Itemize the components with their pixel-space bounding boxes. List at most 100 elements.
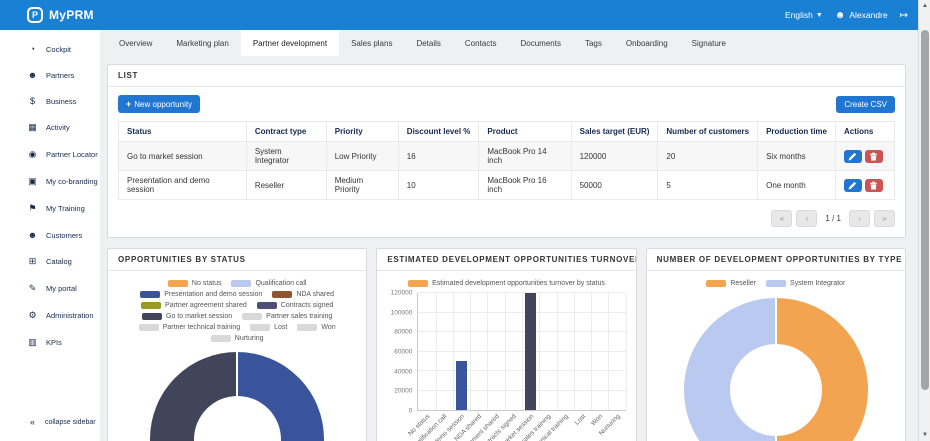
double-chevron-left-icon: « [27,417,38,427]
sidebar: ◔Cockpit☻Partners$Business▦Activity◉Part… [0,30,100,441]
tab-partner-development[interactable]: Partner development [241,30,339,56]
column-header-priority: Priority [326,122,398,142]
sidebar-item-catalog[interactable]: ⊞Catalog [0,248,100,275]
chart2-bar-chart: 020000400006000080000100000120000 No sta… [377,291,635,441]
user-name: Alexandre [849,10,887,20]
sidebar-item-administration[interactable]: ⚙Administration [0,302,100,329]
column-header-number-of-customers: Number of customers [658,122,758,142]
language-label: English [785,10,813,20]
tab-documents[interactable]: Documents [508,30,572,56]
legend-swatch [408,280,428,287]
legend-label: Won [321,324,335,331]
scrollbar-down-arrow-icon[interactable]: ▼ [919,429,930,441]
gridline [436,293,437,410]
sidebar-item-kpis[interactable]: ▥KPIs [0,329,100,356]
gridline [591,293,592,410]
legend-swatch [140,291,160,298]
language-selector[interactable]: English ▼ [785,10,823,20]
chart2-x-axis-labels: No statusQualification callPresentation … [417,411,625,441]
legend-label: Partner agreement shared [165,302,247,309]
create-csv-button[interactable]: Create CSV [836,96,895,113]
legend-swatch [297,324,317,331]
legend-label: System Integrator [790,280,845,287]
sidebar-item-activity[interactable]: ▦Activity [0,114,100,141]
tab-details[interactable]: Details [404,30,452,56]
tab-marketing-plan[interactable]: Marketing plan [164,30,240,56]
tab-overview[interactable]: Overview [107,30,164,56]
x-axis-tick-label: Lost [574,413,588,427]
table-row: Go to market sessionSystem IntegratorLow… [119,142,895,171]
sidebar-item-cockpit[interactable]: ◔Cockpit [0,36,100,62]
bar-presentation-and-demo-session [456,361,467,410]
user-menu[interactable]: ☻ Alexandre [835,10,888,21]
sidebar-item-label: Administration [46,311,94,320]
map-marker-icon: ◉ [27,149,38,160]
legend-label: Partner technical training [163,324,240,331]
edit-button[interactable] [844,179,862,192]
pagination-last-button[interactable]: » [874,210,895,227]
chart1-legend: No statusQualification callPresentation … [108,271,366,346]
column-header-actions: Actions [835,122,894,142]
pagination-next-button[interactable]: › [849,210,870,227]
sidebar-item-label: Partners [46,71,74,80]
delete-button[interactable] [865,150,883,163]
tab-signature[interactable]: Signature [680,30,738,56]
logout-icon[interactable]: ↦ [900,10,908,21]
actions-cell [835,171,894,200]
legend-swatch [706,280,726,287]
edit-button[interactable] [844,150,862,163]
tab-sales-plans[interactable]: Sales plans [339,30,404,56]
sidebar-item-business[interactable]: $Business [0,88,100,114]
legend-item: System Integrator [766,280,845,287]
tab-contacts[interactable]: Contacts [453,30,509,56]
legend-swatch [168,280,188,287]
brand-logo[interactable]: P MyPRM [27,7,94,23]
sidebar-item-partners[interactable]: ☻Partners [0,62,100,88]
edit-square-icon: ✎ [27,283,38,294]
legend-swatch [766,280,786,287]
y-axis-tick-label: 80000 [394,329,412,336]
sidebar-item-customers[interactable]: ☻Customers [0,222,100,248]
tabbar: OverviewMarketing planPartner developmen… [100,30,918,56]
brand-name: MyPRM [49,8,94,22]
legend-swatch [139,324,159,331]
chart3-legend: Reseller System Integrator [647,271,905,291]
scrollbar-thumb[interactable] [921,30,929,390]
scrollbar-up-arrow-icon[interactable]: ▲ [919,0,930,12]
pagination-prev-button[interactable]: ‹ [796,210,817,227]
sidebar-item-partner-locator[interactable]: ◉Partner Locator [0,141,100,168]
collapse-sidebar-button[interactable]: « collapse sidebar [0,407,100,441]
y-axis-tick-label: 100000 [391,309,413,316]
table-cell: Medium Priority [326,171,398,200]
legend-label: Presentation and demo session [164,291,262,298]
gauge-icon: ◔ [27,44,38,54]
gridline [574,293,575,410]
page-scrollbar[interactable]: ▲ ▼ [918,0,930,441]
chart-card-opportunities-by-contract: NUMBER OF DEVELOPMENT OPPORTUNITIES BY T… [646,248,906,441]
x-axis-tick-label: Won [590,413,604,427]
tab-onboarding[interactable]: Onboarding [614,30,680,56]
legend-label: Reseller [730,280,756,287]
sidebar-nav: ◔Cockpit☻Partners$Business▦Activity◉Part… [0,36,100,356]
pagination-first-button[interactable]: « [771,210,792,227]
sidebar-item-label: KPIs [46,338,62,347]
table-body: Go to market sessionSystem IntegratorLow… [119,142,895,200]
list-card: LIST + New opportunity Create CSV [107,64,906,238]
sidebar-item-my-portal[interactable]: ✎My portal [0,275,100,302]
delete-button[interactable] [865,179,883,192]
user-avatar-icon: ☻ [835,10,846,21]
pagination: « ‹ 1 / 1 › » [118,210,895,227]
chart2-plot-area [417,293,625,411]
brand-p-icon: P [27,7,43,23]
sidebar-item-my-co-branding[interactable]: ▣My co-branding [0,168,100,195]
tab-tags[interactable]: Tags [573,30,614,56]
y-axis-tick-label: 20000 [394,388,412,395]
table-cell: 16 [398,142,479,171]
actions-cell [835,142,894,171]
column-header-production-time: Production time [758,122,836,142]
sidebar-item-my-training[interactable]: ⚑My Training [0,195,100,222]
legend-item: Qualification call [231,280,306,287]
chart-card-turnover-by-status: ESTIMATED DEVELOPMENT OPPORTUNITIES TURN… [376,248,636,441]
new-opportunity-button[interactable]: + New opportunity [118,95,200,113]
chart2-title: ESTIMATED DEVELOPMENT OPPORTUNITIES TURN… [377,249,635,271]
